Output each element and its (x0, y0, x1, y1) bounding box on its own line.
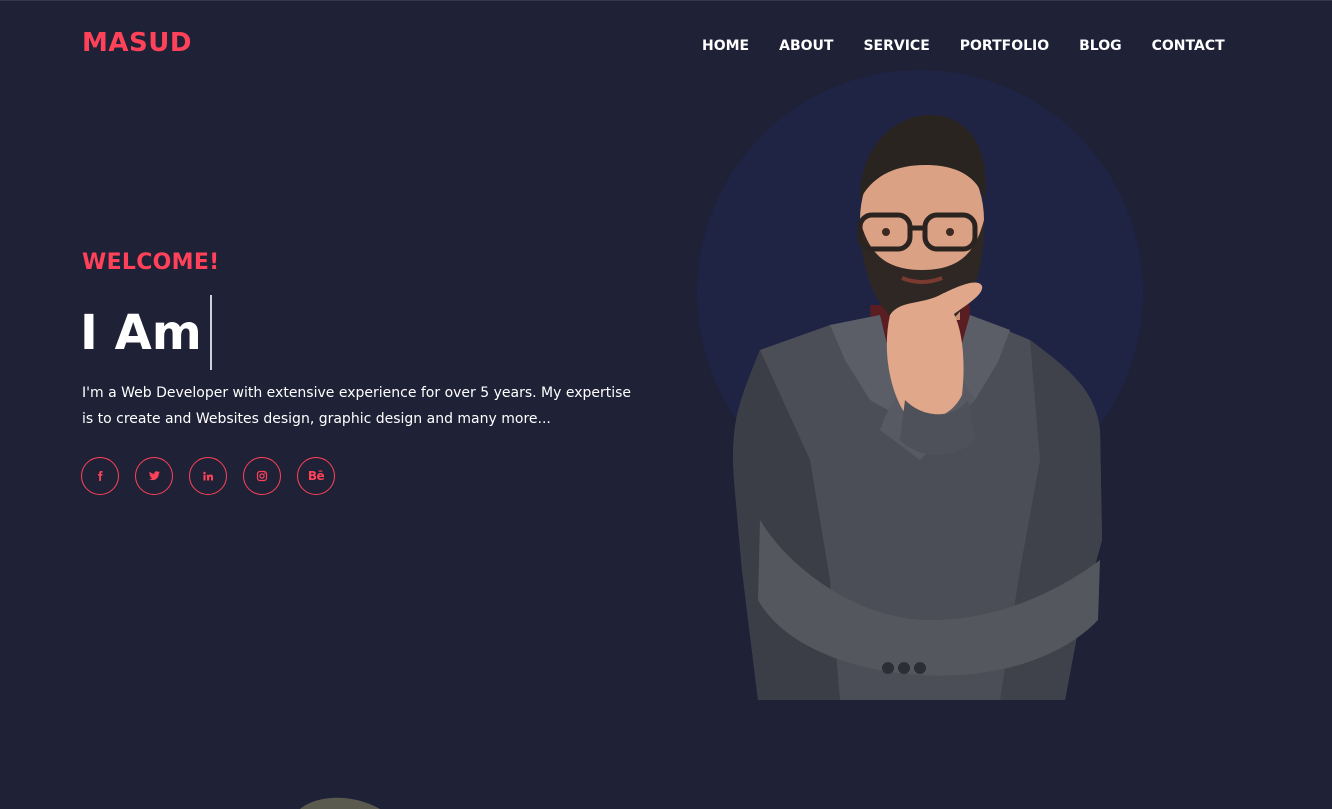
typing-cursor (210, 295, 212, 370)
instagram-link[interactable] (243, 457, 281, 495)
facebook-icon (98, 471, 103, 481)
nav-item-about[interactable]: ABOUT (779, 36, 833, 56)
nav-item-home[interactable]: HOME (702, 36, 749, 56)
behance-link[interactable]: Bē (297, 457, 335, 495)
welcome-heading: WELCOME! (82, 250, 220, 275)
social-links: Bē (81, 457, 335, 495)
nav-item-blog[interactable]: BLOG (1079, 36, 1122, 56)
main-nav: HOME ABOUT SERVICE PORTFOLIO BLOG CONTAC… (702, 36, 1225, 56)
hero-headline: I Am (80, 305, 202, 361)
facebook-link[interactable] (81, 457, 119, 495)
linkedin-link[interactable] (189, 457, 227, 495)
page: MASUD HOME ABOUT SERVICE PORTFOLIO BLOG … (0, 0, 1332, 809)
site-logo[interactable]: MASUD (82, 28, 192, 58)
nav-item-portfolio[interactable]: PORTFOLIO (960, 36, 1049, 56)
behance-icon: Bē (307, 469, 325, 483)
instagram-icon (256, 470, 268, 482)
nav-item-service[interactable]: SERVICE (863, 36, 929, 56)
nav-item-contact[interactable]: CONTACT (1152, 36, 1225, 56)
portrait-image (733, 115, 1102, 700)
next-section-image-peek (300, 797, 380, 809)
twitter-link[interactable] (135, 457, 173, 495)
hero-bio: I'm a Web Developer with extensive exper… (82, 385, 632, 427)
top-divider (0, 0, 1332, 1)
linkedin-icon (203, 471, 213, 481)
twitter-icon (148, 471, 160, 481)
